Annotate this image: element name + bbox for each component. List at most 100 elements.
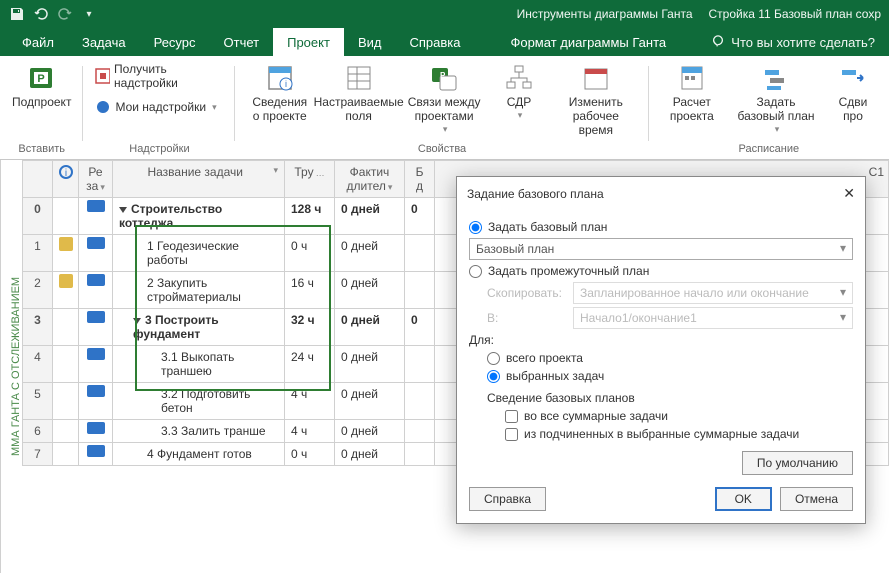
task-name-cell[interactable]: Строительство коттеджа <box>113 198 285 235</box>
actual-duration-cell[interactable]: 0 дней <box>335 420 405 443</box>
default-button[interactable]: По умолчанию <box>742 451 853 475</box>
work-cell[interactable]: 0 ч <box>285 235 335 272</box>
task-name-cell[interactable]: 3.2 Подготовить бетон <box>113 383 285 420</box>
row-number[interactable]: 4 <box>23 346 53 383</box>
actual-duration-cell[interactable]: 0 дней <box>335 383 405 420</box>
b-cell[interactable] <box>405 346 435 383</box>
radio-entire-project[interactable] <box>487 352 500 365</box>
b-cell[interactable]: 0 <box>405 198 435 235</box>
task-mode-cell[interactable] <box>79 309 113 346</box>
tab-report[interactable]: Отчет <box>210 28 274 56</box>
check-all-summary[interactable] <box>505 410 518 423</box>
col-mode[interactable]: Ре за▾ <box>79 161 113 198</box>
ok-button[interactable]: OK <box>715 487 772 511</box>
title-bar: ▾ Инструменты диаграммы Ганта Стройка 11… <box>0 0 889 28</box>
task-mode-cell[interactable] <box>79 346 113 383</box>
b-cell[interactable] <box>405 420 435 443</box>
task-name-cell[interactable]: 2 Закупить стройматериалы <box>113 272 285 309</box>
task-mode-cell[interactable] <box>79 443 113 466</box>
col-actual-duration[interactable]: Фактич длител▾ <box>335 161 405 198</box>
calc-project-button[interactable]: Расчет проекта <box>657 60 727 126</box>
set-baseline-dialog[interactable]: Задание базового плана ✕ Задать базовый … <box>456 176 866 524</box>
tab-file[interactable]: Файл <box>8 28 68 56</box>
custom-fields-button[interactable]: Настраиваемые поля <box>320 60 397 126</box>
task-name-cell[interactable]: 3.3 Залить транше <box>113 420 285 443</box>
redo-icon[interactable] <box>56 5 74 23</box>
b-cell[interactable] <box>405 443 435 466</box>
work-cell[interactable]: 4 ч <box>285 383 335 420</box>
col-indicators[interactable]: i <box>53 161 79 198</box>
group-label-insert: Вставить <box>18 141 65 155</box>
project-info-button[interactable]: i Сведения о проекте <box>243 60 316 126</box>
col-work[interactable]: Тру… <box>285 161 335 198</box>
undo-icon[interactable] <box>32 5 50 23</box>
actual-duration-cell[interactable]: 0 дней <box>335 443 405 466</box>
my-addins-button[interactable]: Мои надстройки▾ <box>91 96 220 118</box>
close-icon[interactable]: ✕ <box>843 185 855 202</box>
check-from-sub[interactable] <box>505 428 518 441</box>
row-number[interactable]: 5 <box>23 383 53 420</box>
actual-duration-cell[interactable]: 0 дней <box>335 272 405 309</box>
task-mode-cell[interactable] <box>79 198 113 235</box>
tab-gantt-format[interactable]: Формат диаграммы Ганта <box>496 28 680 56</box>
b-cell[interactable] <box>405 235 435 272</box>
task-mode-cell[interactable] <box>79 235 113 272</box>
actual-duration-cell[interactable]: 0 дней <box>335 235 405 272</box>
work-cell[interactable]: 4 ч <box>285 420 335 443</box>
actual-duration-cell[interactable]: 0 дней <box>335 309 405 346</box>
wbs-button[interactable]: СДР▾ <box>491 60 547 122</box>
tab-task[interactable]: Задача <box>68 28 140 56</box>
task-name-cell[interactable]: 3 Построить фундамент <box>113 309 285 346</box>
work-cell[interactable]: 128 ч <box>285 198 335 235</box>
work-cell[interactable]: 0 ч <box>285 443 335 466</box>
task-mode-cell[interactable] <box>79 272 113 309</box>
subproject-button[interactable]: P Подпроект <box>8 60 75 112</box>
radio-set-interim[interactable] <box>469 265 482 278</box>
move-icon <box>837 62 869 94</box>
tab-resource[interactable]: Ресурс <box>140 28 210 56</box>
qat-dropdown-icon[interactable]: ▾ <box>80 5 98 23</box>
task-name-cell[interactable]: 4 Фундамент готов <box>113 443 285 466</box>
radio-set-baseline[interactable] <box>469 221 482 234</box>
save-icon[interactable] <box>8 5 26 23</box>
help-button[interactable]: Справка <box>469 487 546 511</box>
dialog-title: Задание базового плана <box>467 187 604 201</box>
task-mode-cell[interactable] <box>79 420 113 443</box>
get-addins-button[interactable]: Получить надстройки <box>91 60 227 92</box>
tab-view[interactable]: Вид <box>344 28 396 56</box>
tell-me-search[interactable]: Что вы хотите сделать? <box>697 28 889 56</box>
work-cell[interactable]: 16 ч <box>285 272 335 309</box>
b-cell[interactable] <box>405 383 435 420</box>
col-b[interactable]: Б д <box>405 161 435 198</box>
auto-schedule-icon <box>87 422 105 434</box>
actual-duration-cell[interactable]: 0 дней <box>335 198 405 235</box>
radio-selected-tasks[interactable] <box>487 370 500 383</box>
row-number[interactable]: 6 <box>23 420 53 443</box>
row-number[interactable]: 0 <box>23 198 53 235</box>
work-cell[interactable]: 24 ч <box>285 346 335 383</box>
links-button[interactable]: P Связи между проектами▾ <box>401 60 487 136</box>
row-number[interactable]: 3 <box>23 309 53 346</box>
actual-duration-cell[interactable]: 0 дней <box>335 346 405 383</box>
task-name-cell[interactable]: 3.1 Выкопать траншею <box>113 346 285 383</box>
row-number[interactable]: 7 <box>23 443 53 466</box>
tab-help[interactable]: Справка <box>395 28 474 56</box>
col-rownum[interactable] <box>23 161 53 198</box>
col-task-name[interactable]: Название задачи▾ <box>113 161 285 198</box>
tab-project[interactable]: Проект <box>273 28 344 56</box>
row-number[interactable]: 1 <box>23 235 53 272</box>
move-project-button[interactable]: Сдви про <box>825 60 881 126</box>
collapse-icon[interactable] <box>119 207 127 213</box>
set-baseline-button[interactable]: Задать базовый план▾ <box>731 60 821 136</box>
change-working-time-button[interactable]: Изменить рабочее время <box>551 60 641 139</box>
cancel-button[interactable]: Отмена <box>780 487 853 511</box>
b-cell[interactable]: 0 <box>405 309 435 346</box>
collapse-icon[interactable] <box>133 318 141 324</box>
note-indicator-icon <box>59 274 73 288</box>
row-number[interactable]: 2 <box>23 272 53 309</box>
task-name-cell[interactable]: 1 Геодезические работы <box>113 235 285 272</box>
task-mode-cell[interactable] <box>79 383 113 420</box>
baseline-combo[interactable]: Базовый план <box>469 238 853 260</box>
work-cell[interactable]: 32 ч <box>285 309 335 346</box>
b-cell[interactable] <box>405 272 435 309</box>
